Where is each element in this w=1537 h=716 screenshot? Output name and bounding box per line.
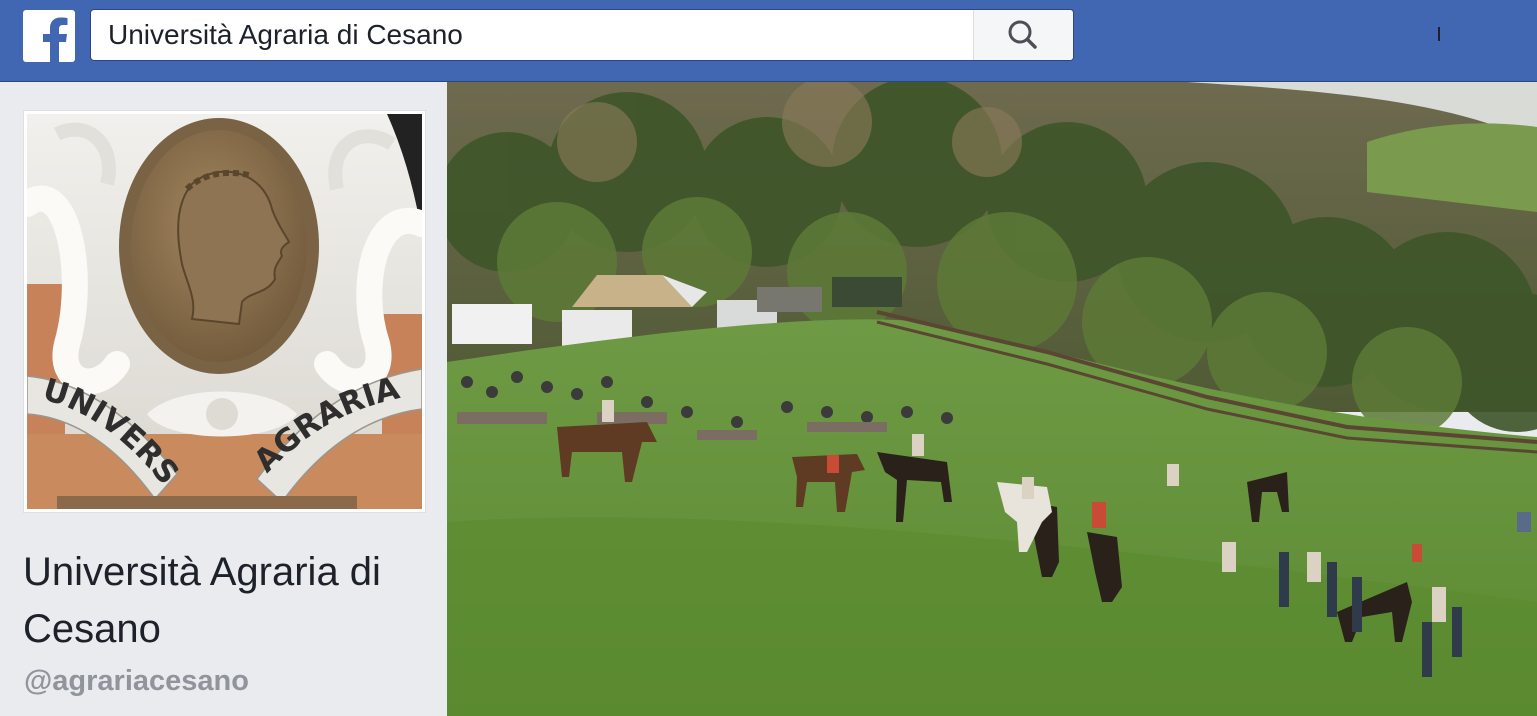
facebook-f-icon[interactable] bbox=[23, 10, 75, 62]
profile-picture[interactable]: UNIVERSITÀ AGRARIA bbox=[23, 110, 426, 513]
page-username[interactable]: @agrariacesano bbox=[24, 665, 249, 698]
cover-photo[interactable] bbox=[447, 82, 1537, 716]
cursor-mark bbox=[1438, 27, 1440, 41]
search-button[interactable] bbox=[973, 10, 1073, 60]
university-crest-image: UNIVERSITÀ AGRARIA bbox=[27, 114, 422, 509]
search-icon bbox=[1008, 20, 1037, 49]
page-info-column: UNIVERSITÀ AGRARIA Università Agraria di… bbox=[0, 82, 447, 716]
top-navigation-bar bbox=[0, 0, 1537, 82]
search-input[interactable] bbox=[91, 10, 973, 60]
page-title: Università Agraria di Cesano bbox=[23, 550, 381, 651]
search-bar bbox=[90, 9, 1074, 61]
horse-event-field-photo bbox=[447, 82, 1537, 716]
